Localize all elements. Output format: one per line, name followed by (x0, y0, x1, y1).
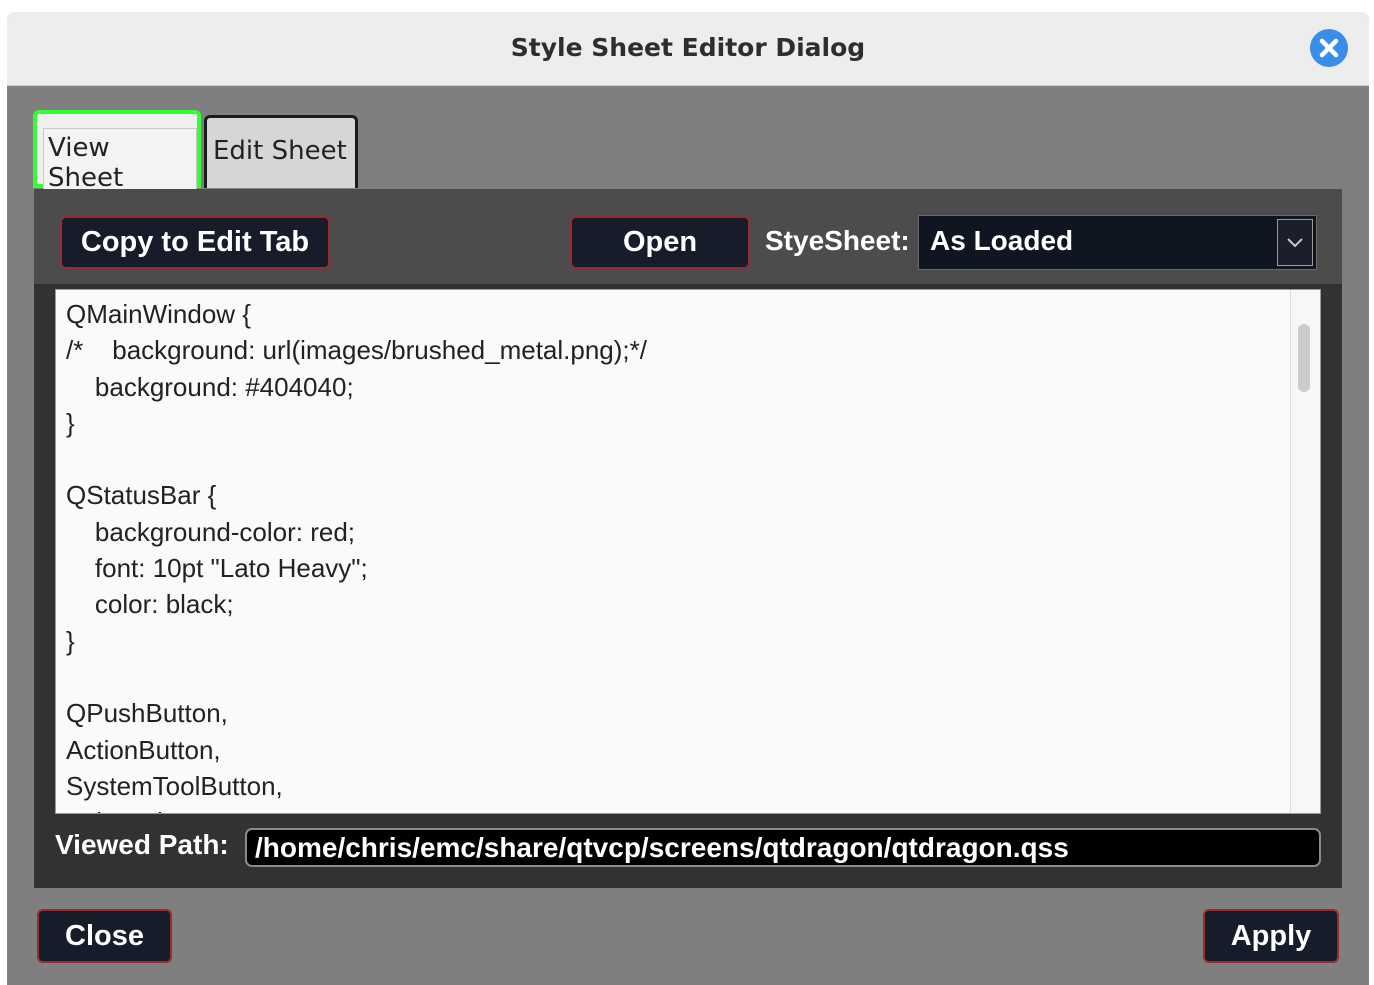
close-icon[interactable] (1310, 29, 1348, 67)
stylesheet-select-value: As Loaded (930, 225, 1074, 256)
apply-button[interactable]: Apply (1203, 909, 1339, 963)
open-button[interactable]: Open (570, 216, 750, 269)
stylesheet-text: QMainWindow { /* background: url(images/… (66, 299, 647, 813)
style-sheet-editor-dialog: Style Sheet Editor Dialog View Sheet Edi… (7, 12, 1369, 985)
chevron-down-icon[interactable] (1277, 219, 1313, 266)
copy-to-edit-tab-button[interactable]: Copy to Edit Tab (60, 216, 330, 269)
dialog-title: Style Sheet Editor Dialog (510, 33, 866, 62)
title-bar[interactable]: Style Sheet Editor Dialog (7, 12, 1369, 86)
stylesheet-label: StyeSheet: (765, 225, 910, 256)
toolbar: Copy to Edit Tab Open StyeSheet: As Load… (34, 189, 1342, 284)
tab-view-sheet[interactable]: View Sheet (33, 110, 201, 198)
view-sheet-panel: Copy to Edit Tab Open StyeSheet: As Load… (34, 189, 1342, 888)
tab-edit-sheet[interactable]: Edit Sheet (204, 115, 358, 188)
viewed-path-label: Viewed Path: (55, 829, 229, 860)
tab-view-sheet-label: View Sheet (43, 128, 197, 198)
viewed-path-field[interactable]: /home/chris/emc/share/qtvcp/screens/qtdr… (245, 828, 1321, 867)
tab-edit-sheet-label: Edit Sheet (213, 136, 347, 166)
scrollbar-thumb[interactable] (1298, 324, 1310, 392)
stylesheet-select[interactable]: As Loaded (918, 215, 1317, 270)
close-button[interactable]: Close (37, 909, 172, 963)
vertical-scrollbar[interactable] (1290, 290, 1320, 813)
viewed-path-value: /home/chris/emc/share/qtvcp/screens/qtdr… (255, 832, 1069, 863)
stylesheet-text-view[interactable]: QMainWindow { /* background: url(images/… (55, 289, 1321, 814)
